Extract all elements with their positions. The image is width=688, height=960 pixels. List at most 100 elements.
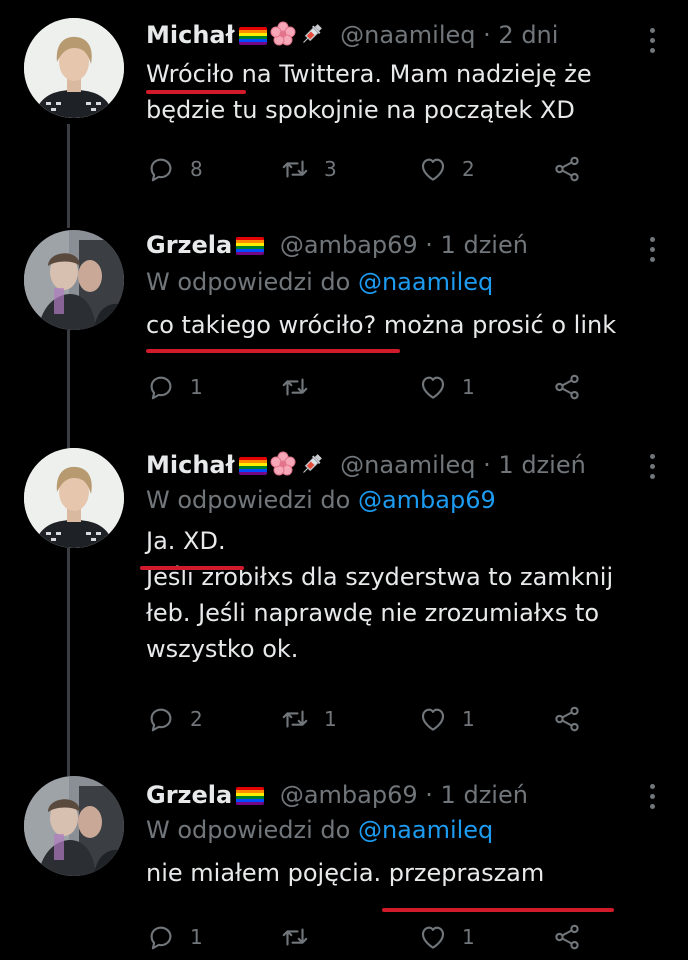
- reply-icon: [146, 372, 176, 402]
- like-button[interactable]: 1: [418, 702, 475, 736]
- tweet-header: Grzela @ambap69 · 1 dzień: [146, 230, 644, 260]
- reply-button[interactable]: 1: [146, 920, 203, 954]
- reply-prefix: W odpowiedzi do: [146, 268, 351, 296]
- reply-count: 8: [190, 157, 203, 181]
- tweet[interactable]: Grzela @ambap69 · 1 dzień W odpowiedzi d…: [0, 225, 688, 440]
- retweet-button[interactable]: [280, 920, 324, 954]
- tweet-text-line: wszystko ok.: [146, 635, 299, 663]
- retweet-icon: [280, 922, 310, 952]
- avatar[interactable]: [24, 230, 124, 330]
- share-button[interactable]: [552, 702, 582, 736]
- retweet-icon: [280, 704, 310, 734]
- tweet-actions: 1 1: [146, 920, 616, 954]
- reply-count: 1: [190, 925, 203, 949]
- avatar[interactable]: [24, 776, 124, 876]
- more-options-icon[interactable]: [650, 784, 656, 814]
- tweet-text: nie miałem pojęcia. przepraszam: [146, 855, 644, 891]
- avatar[interactable]: [24, 18, 124, 118]
- retweet-button[interactable]: 1: [280, 702, 337, 736]
- tweet-text-line: Ja. XD.: [146, 527, 226, 555]
- share-button[interactable]: [552, 920, 582, 954]
- share-button[interactable]: [552, 370, 582, 404]
- annotation-underline: [146, 90, 246, 94]
- reply-count: 1: [190, 375, 203, 399]
- reply-icon: [146, 704, 176, 734]
- author-name[interactable]: Michał: [146, 451, 235, 479]
- like-count: 1: [462, 375, 475, 399]
- flower-icon: [270, 451, 296, 477]
- author-handle[interactable]: @ambap69: [280, 231, 418, 259]
- tweet-time[interactable]: · 2 dni: [483, 21, 558, 49]
- like-button[interactable]: 2: [418, 152, 475, 186]
- tweet-actions: 2 1 1: [146, 702, 616, 736]
- syringe-icon: [299, 451, 325, 477]
- rainbow-flag-icon: [239, 457, 267, 475]
- tweet-header: Michał @naamileq · 2 dni: [146, 20, 644, 50]
- tweet-text: co takiego wróciło? można prosić o link: [146, 307, 644, 343]
- annotation-underline: [382, 908, 614, 912]
- tweet[interactable]: Michał @naamileq · 1 dzień W odpowiedzi …: [0, 440, 688, 770]
- author-handle[interactable]: @naamileq: [340, 21, 475, 49]
- retweet-count: 3: [324, 157, 337, 181]
- share-icon: [552, 922, 582, 952]
- tweet-time[interactable]: · 1 dzień: [425, 781, 528, 809]
- like-count: 1: [462, 925, 475, 949]
- author-name[interactable]: Michał: [146, 21, 235, 49]
- like-icon: [418, 704, 448, 734]
- reply-context: W odpowiedzi do @ambap69: [146, 483, 644, 517]
- reply-context: W odpowiedzi do @naamileq: [146, 265, 644, 299]
- grzela-avatar-image: [24, 230, 124, 330]
- more-options-icon[interactable]: [650, 237, 656, 267]
- author-name[interactable]: Grzela: [146, 781, 232, 809]
- michal-avatar-image: [24, 18, 124, 118]
- annotation-underline: [140, 566, 244, 570]
- tweet[interactable]: Michał @naamileq · 2 dni Wróciło na Twit…: [0, 0, 688, 225]
- tweet-actions: 8 3 2: [146, 152, 616, 186]
- tweet-text: Ja. XD. Jeśli zrobiłxs dla szyderstwa to…: [146, 523, 644, 667]
- retweet-button[interactable]: 3: [280, 152, 337, 186]
- tweet-time[interactable]: · 1 dzień: [483, 451, 586, 479]
- reply-count: 2: [190, 707, 203, 731]
- like-count: 1: [462, 707, 475, 731]
- share-icon: [552, 704, 582, 734]
- tweet[interactable]: Grzela @ambap69 · 1 dzień W odpowiedzi d…: [0, 770, 688, 960]
- tweet-text-line: co takiego wróciło? można prosić o link: [146, 311, 617, 339]
- author-handle[interactable]: @ambap69: [280, 781, 418, 809]
- tweet-header: Grzela @ambap69 · 1 dzień: [146, 780, 644, 810]
- reply-mention-link[interactable]: @ambap69: [358, 486, 496, 514]
- share-button[interactable]: [552, 152, 582, 186]
- flower-icon: [270, 21, 296, 47]
- author-handle[interactable]: @naamileq: [340, 451, 475, 479]
- like-icon: [418, 154, 448, 184]
- share-icon: [552, 372, 582, 402]
- like-button[interactable]: 1: [418, 370, 475, 404]
- reply-mention-link[interactable]: @naamileq: [358, 816, 493, 844]
- reply-mention-link[interactable]: @naamileq: [358, 268, 493, 296]
- tweet-time[interactable]: · 1 dzień: [425, 231, 528, 259]
- like-button[interactable]: 1: [418, 920, 475, 954]
- grzela-avatar-image: [24, 776, 124, 876]
- avatar[interactable]: [24, 448, 124, 548]
- retweet-icon: [280, 154, 310, 184]
- rainbow-flag-icon: [239, 27, 267, 45]
- michal-avatar-image: [24, 448, 124, 548]
- tweet-header: Michał @naamileq · 1 dzień: [146, 450, 644, 480]
- reply-button[interactable]: 8: [146, 152, 203, 186]
- reply-button[interactable]: 2: [146, 702, 203, 736]
- reply-prefix: W odpowiedzi do: [146, 816, 351, 844]
- reply-context: W odpowiedzi do @naamileq: [146, 813, 644, 847]
- tweet-actions: 1 1: [146, 370, 616, 404]
- retweet-button[interactable]: [280, 370, 324, 404]
- share-icon: [552, 154, 582, 184]
- tweet-text-line: Wróciło na Twittera. Mam nadzieję że: [146, 60, 592, 88]
- reply-icon: [146, 922, 176, 952]
- retweet-icon: [280, 372, 310, 402]
- reply-icon: [146, 154, 176, 184]
- more-options-icon[interactable]: [650, 454, 656, 484]
- tweet-text-line: Jeśli zrobiłxs dla szyderstwa to zamknij: [146, 563, 614, 591]
- author-name[interactable]: Grzela: [146, 231, 232, 259]
- tweet-text-line: będzie tu spokojnie na początek XD: [146, 96, 575, 124]
- like-icon: [418, 372, 448, 402]
- more-options-icon[interactable]: [650, 28, 656, 58]
- reply-button[interactable]: 1: [146, 370, 203, 404]
